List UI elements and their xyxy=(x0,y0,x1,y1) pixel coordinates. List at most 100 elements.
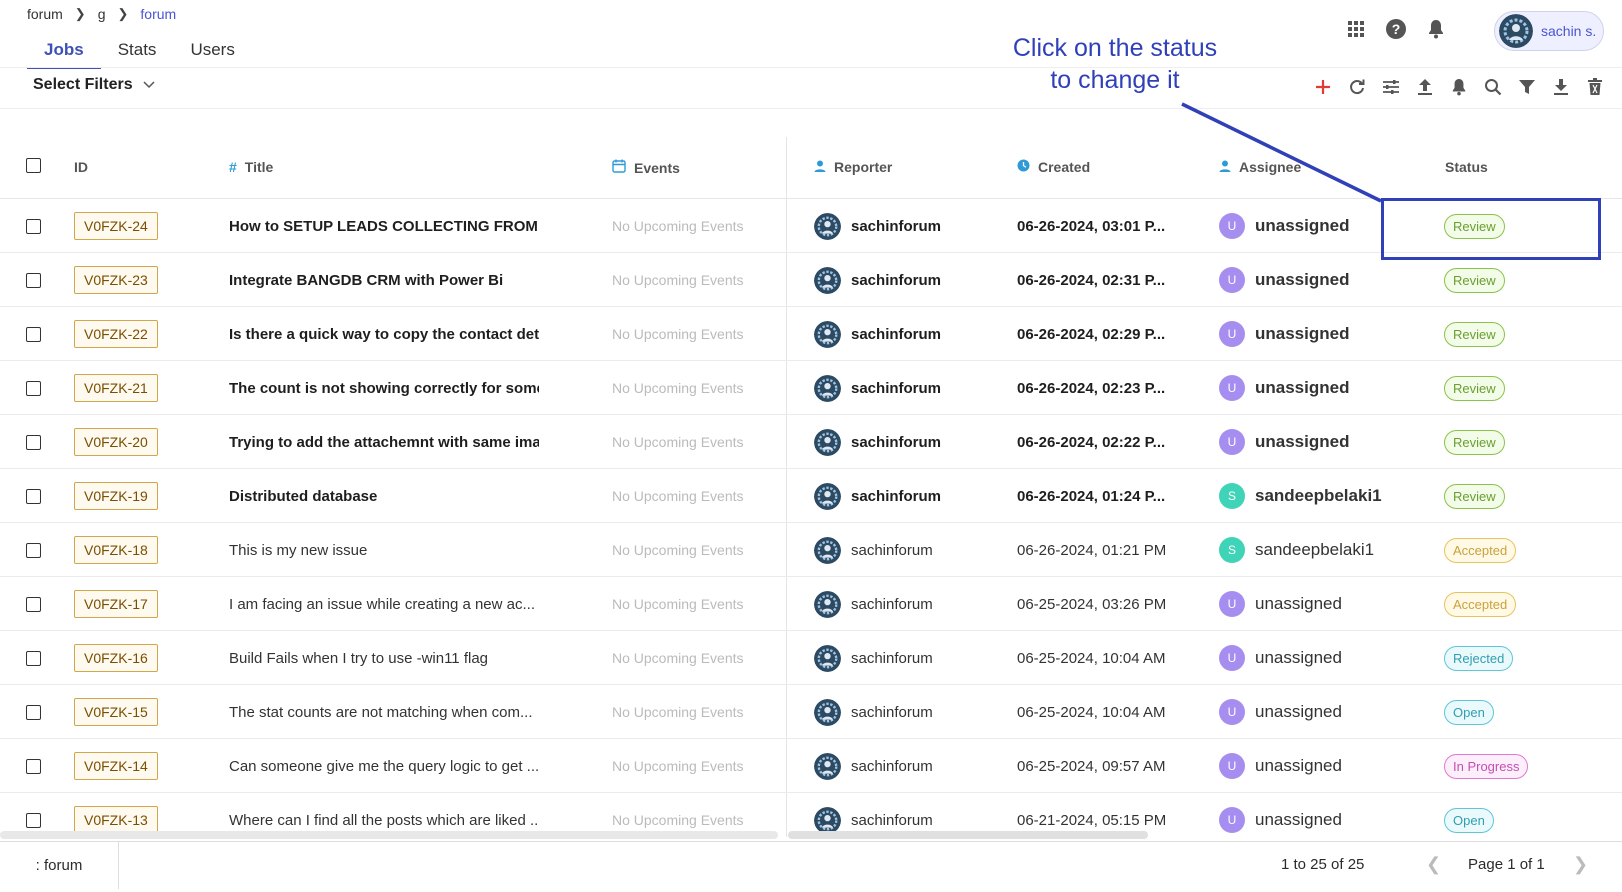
column-header-title[interactable]: # Title xyxy=(229,159,273,175)
job-id-tag[interactable]: V0FZK-20 xyxy=(74,428,158,456)
job-id-tag[interactable]: V0FZK-24 xyxy=(74,212,158,240)
select-filters-dropdown[interactable]: Select Filters xyxy=(33,76,155,94)
assignee-cell[interactable]: S sandeepbelaki1 xyxy=(1219,469,1389,523)
job-id-tag[interactable]: V0FZK-21 xyxy=(74,374,158,402)
horizontal-scrollbar-right[interactable] xyxy=(788,831,1148,839)
status-badge[interactable]: Review xyxy=(1444,213,1505,239)
add-icon[interactable] xyxy=(1312,76,1334,98)
title-cell[interactable]: How to SETUP LEADS COLLECTING FROM B... xyxy=(229,199,539,253)
column-header-status[interactable]: Status xyxy=(1445,159,1488,175)
table-row[interactable]: V0FZK-18 This is my new issue No Upcomin… xyxy=(0,523,1622,577)
column-header-id[interactable]: ID xyxy=(74,159,88,175)
user-profile-chip[interactable]: sachin s. xyxy=(1494,11,1604,51)
tab-stats[interactable]: Stats xyxy=(101,38,174,69)
title-cell[interactable]: Build Fails when I try to use -win11 fla… xyxy=(229,631,539,685)
title-cell[interactable]: Distributed database xyxy=(229,469,539,523)
title-cell[interactable]: Integrate BANGDB CRM with Power Bi xyxy=(229,253,539,307)
job-id-tag[interactable]: V0FZK-14 xyxy=(74,752,158,780)
status-badge[interactable]: Open xyxy=(1444,807,1494,833)
refresh-icon[interactable] xyxy=(1346,76,1368,98)
assignee-cell[interactable]: U unassigned xyxy=(1219,253,1389,307)
column-settings-icon[interactable] xyxy=(1380,76,1402,98)
apps-grid-icon[interactable] xyxy=(1345,18,1367,40)
status-badge[interactable]: In Progress xyxy=(1444,753,1529,779)
table-row[interactable]: V0FZK-17 I am facing an issue while crea… xyxy=(0,577,1622,631)
job-id-tag[interactable]: V0FZK-16 xyxy=(74,644,158,672)
table-row[interactable]: V0FZK-14 Can someone give me the query l… xyxy=(0,739,1622,793)
assignee-cell[interactable]: U unassigned xyxy=(1219,793,1389,847)
row-checkbox[interactable] xyxy=(26,542,41,558)
table-row[interactable]: V0FZK-20 Trying to add the attachemnt wi… xyxy=(0,415,1622,469)
job-id-tag[interactable]: V0FZK-13 xyxy=(74,806,158,834)
status-badge[interactable]: Accepted xyxy=(1444,591,1517,617)
job-id-tag[interactable]: V0FZK-17 xyxy=(74,590,158,618)
search-icon[interactable] xyxy=(1482,76,1504,98)
assignee-cell[interactable]: U unassigned xyxy=(1219,415,1389,469)
assignee-cell[interactable]: U unassigned xyxy=(1219,631,1389,685)
row-checkbox[interactable] xyxy=(26,272,41,288)
next-page-icon[interactable]: ❯ xyxy=(1573,854,1588,875)
row-checkbox[interactable] xyxy=(26,704,41,720)
title-cell[interactable]: I am facing an issue while creating a ne… xyxy=(229,577,539,631)
row-checkbox[interactable] xyxy=(26,326,41,342)
tab-users[interactable]: Users xyxy=(173,38,251,69)
assignee-cell[interactable]: U unassigned xyxy=(1219,307,1389,361)
table-row[interactable]: V0FZK-15 The stat counts are not matchin… xyxy=(0,685,1622,739)
horizontal-scrollbar-left[interactable] xyxy=(0,831,778,839)
status-badge[interactable]: Review xyxy=(1444,321,1505,347)
status-badge[interactable]: Review xyxy=(1444,429,1505,455)
breadcrumb-item[interactable]: g xyxy=(98,6,106,22)
row-checkbox[interactable] xyxy=(26,218,41,234)
title-cell[interactable]: Is there a quick way to copy the contact… xyxy=(229,307,539,361)
breadcrumb-item[interactable]: forum xyxy=(27,6,63,22)
assignee-cell[interactable]: U unassigned xyxy=(1219,361,1389,415)
download-icon[interactable] xyxy=(1550,76,1572,98)
table-row[interactable]: V0FZK-21 The count is not showing correc… xyxy=(0,361,1622,415)
column-header-reporter[interactable]: Reporter xyxy=(814,159,892,175)
column-header-created[interactable]: Created xyxy=(1017,159,1090,175)
table-row[interactable]: V0FZK-24 How to SETUP LEADS COLLECTING F… xyxy=(0,199,1622,253)
table-row[interactable]: V0FZK-23 Integrate BANGDB CRM with Power… xyxy=(0,253,1622,307)
status-badge[interactable]: Review xyxy=(1444,267,1505,293)
filter-icon[interactable] xyxy=(1516,76,1538,98)
help-icon[interactable]: ? xyxy=(1385,18,1407,40)
notification-bell-icon[interactable] xyxy=(1448,76,1470,98)
row-checkbox[interactable] xyxy=(26,380,41,396)
status-badge[interactable]: Review xyxy=(1444,375,1505,401)
job-id-tag[interactable]: V0FZK-15 xyxy=(74,698,158,726)
row-checkbox[interactable] xyxy=(26,434,41,450)
table-row[interactable]: V0FZK-19 Distributed database No Upcomin… xyxy=(0,469,1622,523)
assignee-cell[interactable]: U unassigned xyxy=(1219,739,1389,793)
title-cell[interactable]: The stat counts are not matching when co… xyxy=(229,685,539,739)
status-badge[interactable]: Accepted xyxy=(1444,537,1517,563)
job-id-tag[interactable]: V0FZK-22 xyxy=(74,320,158,348)
column-header-assignee[interactable]: Assignee xyxy=(1219,159,1301,175)
status-badge[interactable]: Rejected xyxy=(1444,645,1514,671)
select-all-checkbox[interactable] xyxy=(26,158,41,173)
job-id-tag[interactable]: V0FZK-18 xyxy=(74,536,158,564)
previous-page-icon[interactable]: ❮ xyxy=(1426,854,1441,875)
assignee-cell[interactable]: U unassigned xyxy=(1219,199,1389,253)
job-id-tag[interactable]: V0FZK-23 xyxy=(74,266,158,294)
row-checkbox[interactable] xyxy=(26,812,41,828)
tab-jobs[interactable]: Jobs xyxy=(27,38,101,69)
row-checkbox[interactable] xyxy=(26,596,41,612)
notification-bell-icon[interactable] xyxy=(1425,18,1447,40)
assignee-cell[interactable]: S sandeepbelaki1 xyxy=(1219,523,1389,577)
row-checkbox[interactable] xyxy=(26,488,41,504)
title-cell[interactable]: Can someone give me the query logic to g… xyxy=(229,739,539,793)
status-badge[interactable]: Open xyxy=(1444,699,1494,725)
delete-icon[interactable] xyxy=(1584,76,1606,98)
job-id-tag[interactable]: V0FZK-19 xyxy=(74,482,158,510)
upload-icon[interactable] xyxy=(1414,76,1436,98)
assignee-cell[interactable]: U unassigned xyxy=(1219,685,1389,739)
table-row[interactable]: V0FZK-16 Build Fails when I try to use -… xyxy=(0,631,1622,685)
row-checkbox[interactable] xyxy=(26,758,41,774)
assignee-cell[interactable]: U unassigned xyxy=(1219,577,1389,631)
title-cell[interactable]: The count is not showing correctly for s… xyxy=(229,361,539,415)
title-cell[interactable]: This is my new issue xyxy=(229,523,539,577)
column-header-events[interactable]: Events xyxy=(612,159,680,176)
status-badge[interactable]: Review xyxy=(1444,483,1505,509)
title-cell[interactable]: Trying to add the attachemnt with same i… xyxy=(229,415,539,469)
table-row[interactable]: V0FZK-22 Is there a quick way to copy th… xyxy=(0,307,1622,361)
